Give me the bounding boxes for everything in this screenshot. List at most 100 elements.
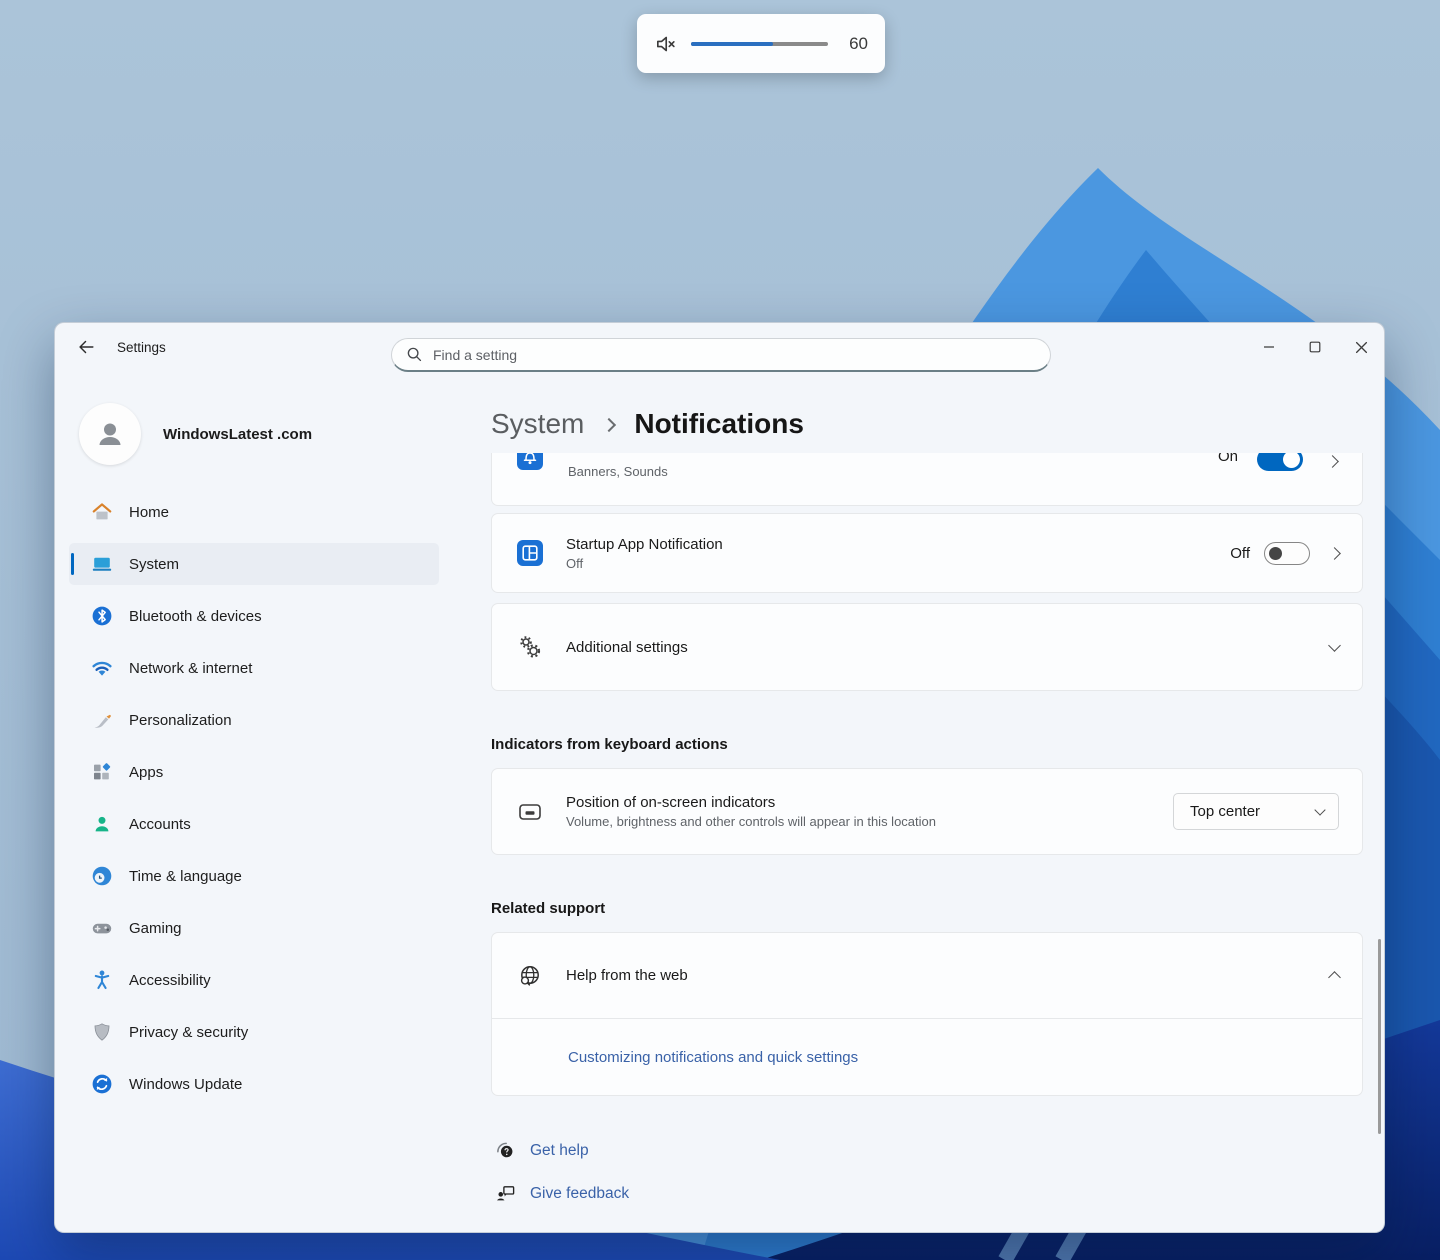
apps-icon bbox=[91, 761, 113, 783]
volume-osd: 60 bbox=[637, 14, 885, 73]
give-feedback-link[interactable]: Give feedback bbox=[491, 1183, 1363, 1205]
chevron-right-icon bbox=[1328, 547, 1341, 560]
close-icon bbox=[1355, 341, 1368, 354]
volume-slider[interactable] bbox=[691, 42, 828, 46]
home-icon bbox=[91, 501, 113, 523]
accounts-icon bbox=[91, 813, 113, 835]
get-help-label: Get help bbox=[530, 1142, 589, 1160]
sidebar-item-label: Personalization bbox=[129, 712, 232, 729]
sidebar-item-accounts[interactable]: Accounts bbox=[69, 803, 439, 845]
additional-settings-card[interactable]: Additional settings bbox=[491, 603, 1363, 691]
sidebar-item-gaming[interactable]: Gaming bbox=[69, 907, 439, 949]
card-title: Position of on-screen indicators bbox=[566, 794, 1173, 811]
on-screen-indicator-icon bbox=[517, 799, 543, 825]
notification-bell-icon bbox=[517, 453, 543, 470]
help-link[interactable]: Customizing notifications and quick sett… bbox=[568, 1049, 858, 1066]
sidebar-item-label: System bbox=[129, 556, 179, 573]
muted-speaker-icon[interactable] bbox=[654, 32, 678, 56]
sidebar-item-label: Bluetooth & devices bbox=[129, 608, 262, 625]
sidebar-item-label: Time & language bbox=[129, 868, 242, 885]
dropdown-selected-value: Top center bbox=[1190, 803, 1260, 820]
sidebar-item-personalization[interactable]: Personalization bbox=[69, 699, 439, 741]
gamepad-icon bbox=[91, 917, 113, 939]
sidebar-item-label: Gaming bbox=[129, 920, 182, 937]
section-header-support: Related support bbox=[491, 900, 1363, 917]
breadcrumb-chevron-icon bbox=[602, 418, 616, 432]
position-dropdown[interactable]: Top center bbox=[1173, 793, 1339, 830]
sidebar-item-time-language[interactable]: Time & language bbox=[69, 855, 439, 897]
person-icon bbox=[93, 417, 127, 451]
card-title: Additional settings bbox=[566, 639, 1330, 656]
settings-window: Settings bbox=[54, 322, 1385, 1233]
sidebar: WindowsLatest .com Home System bbox=[55, 371, 453, 1232]
accessibility-icon bbox=[91, 969, 113, 991]
chevron-up-icon bbox=[1328, 971, 1341, 984]
update-icon bbox=[91, 1073, 113, 1095]
scrollbar-thumb[interactable] bbox=[1378, 939, 1381, 1134]
globe-search-icon bbox=[517, 963, 543, 989]
card-subtitle: Banners, Sounds bbox=[568, 464, 668, 479]
position-indicators-card: Position of on-screen indicators Volume,… bbox=[491, 768, 1363, 855]
chevron-right-icon bbox=[1326, 455, 1339, 468]
main-content: System Notifications Banners, Sounds On bbox=[453, 371, 1384, 1232]
search-input[interactable] bbox=[433, 347, 1036, 363]
toggle-state-label: Off bbox=[1230, 545, 1250, 562]
chevron-down-icon bbox=[1314, 804, 1325, 815]
sidebar-item-home[interactable]: Home bbox=[69, 491, 439, 533]
card-title: Startup App Notification bbox=[566, 536, 1230, 553]
maximize-button[interactable] bbox=[1292, 323, 1338, 371]
back-arrow-icon bbox=[76, 337, 96, 357]
profile-name: WindowsLatest .com bbox=[163, 426, 312, 443]
breadcrumb: System Notifications bbox=[453, 371, 1384, 453]
notifications-master-card[interactable]: Banners, Sounds On bbox=[491, 453, 1363, 506]
settings-scroll-area: Banners, Sounds On Startup App Notificat… bbox=[453, 453, 1384, 1232]
section-header-indicators: Indicators from keyboard actions bbox=[491, 736, 1363, 753]
help-from-web-card: Help from the web Customizing notificati… bbox=[491, 932, 1363, 1096]
sidebar-item-privacy-security[interactable]: Privacy & security bbox=[69, 1011, 439, 1053]
maximize-icon bbox=[1309, 341, 1321, 353]
page-title: Notifications bbox=[634, 408, 804, 440]
gears-icon bbox=[517, 634, 543, 660]
toggle-state-label: On bbox=[1218, 453, 1238, 465]
startup-app-icon bbox=[517, 540, 543, 566]
sidebar-item-label: Accounts bbox=[129, 816, 191, 833]
sidebar-item-label: Home bbox=[129, 504, 169, 521]
startup-app-notification-card[interactable]: Startup App Notification Off Off bbox=[491, 513, 1363, 593]
minimize-icon bbox=[1263, 341, 1275, 353]
shield-icon bbox=[91, 1021, 113, 1043]
search-icon bbox=[406, 346, 423, 363]
avatar bbox=[79, 403, 141, 465]
titlebar: Settings bbox=[55, 323, 1384, 371]
sidebar-item-label: Network & internet bbox=[129, 660, 252, 677]
search-box[interactable] bbox=[391, 338, 1051, 372]
sidebar-item-label: Privacy & security bbox=[129, 1024, 248, 1041]
back-button[interactable] bbox=[69, 332, 103, 362]
breadcrumb-parent[interactable]: System bbox=[491, 408, 584, 440]
sidebar-item-label: Apps bbox=[129, 764, 163, 781]
sidebar-item-accessibility[interactable]: Accessibility bbox=[69, 959, 439, 1001]
sidebar-item-bluetooth-devices[interactable]: Bluetooth & devices bbox=[69, 595, 439, 637]
time-language-icon bbox=[91, 865, 113, 887]
minimize-button[interactable] bbox=[1246, 323, 1292, 371]
startup-notification-toggle[interactable] bbox=[1264, 542, 1310, 565]
sidebar-item-label: Windows Update bbox=[129, 1076, 242, 1093]
get-help-link[interactable]: Get help bbox=[491, 1140, 1363, 1162]
profile[interactable]: WindowsLatest .com bbox=[69, 397, 439, 491]
app-title: Settings bbox=[117, 340, 166, 355]
card-subtitle: Off bbox=[566, 556, 1230, 571]
chevron-down-icon bbox=[1328, 639, 1341, 652]
sidebar-item-system[interactable]: System bbox=[69, 543, 439, 585]
get-help-icon bbox=[495, 1140, 517, 1162]
volume-value: 60 bbox=[844, 34, 868, 54]
help-from-web-header[interactable]: Help from the web bbox=[492, 933, 1362, 1018]
notifications-toggle[interactable] bbox=[1257, 453, 1303, 471]
paintbrush-icon bbox=[91, 709, 113, 731]
sidebar-item-windows-update[interactable]: Windows Update bbox=[69, 1063, 439, 1105]
sidebar-item-label: Accessibility bbox=[129, 972, 211, 989]
system-icon bbox=[91, 553, 113, 575]
sidebar-item-network-internet[interactable]: Network & internet bbox=[69, 647, 439, 689]
give-feedback-icon bbox=[495, 1183, 517, 1205]
sidebar-item-apps[interactable]: Apps bbox=[69, 751, 439, 793]
close-button[interactable] bbox=[1338, 323, 1384, 371]
bluetooth-icon bbox=[91, 605, 113, 627]
